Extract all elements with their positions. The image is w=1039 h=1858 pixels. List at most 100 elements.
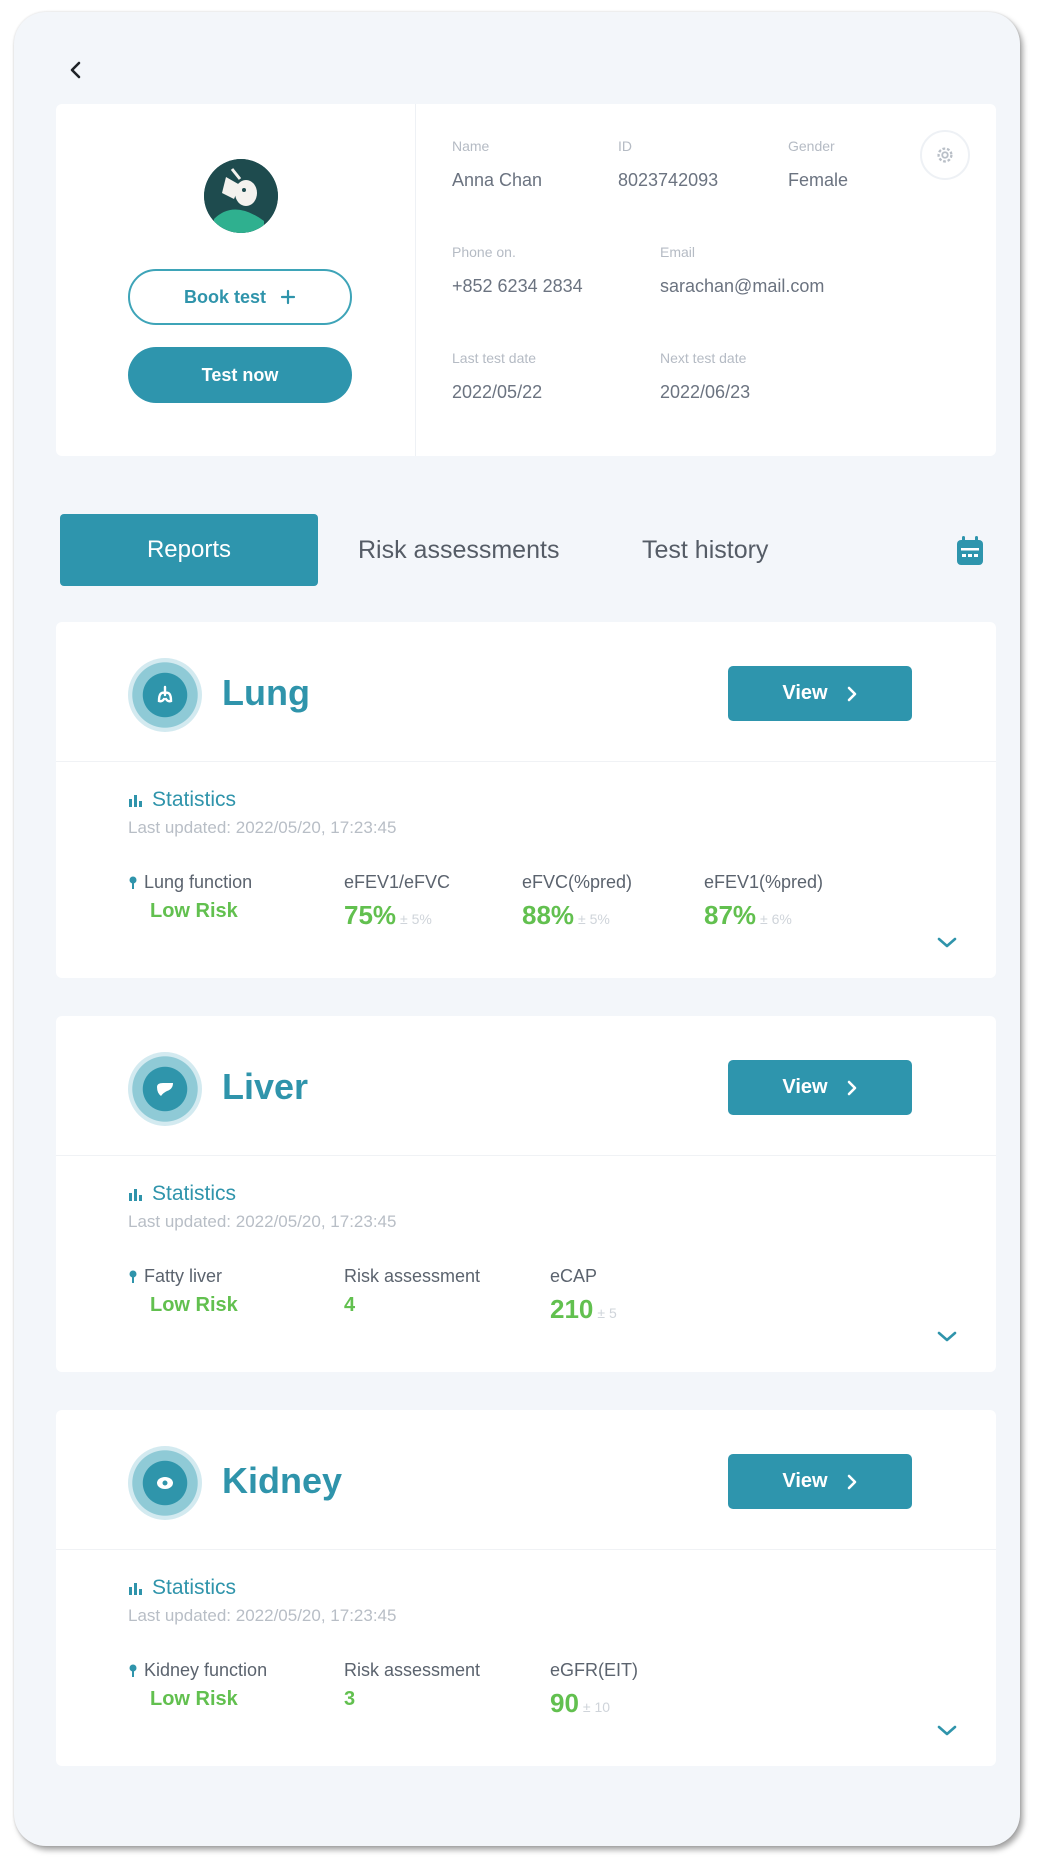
- chevron-down-icon: [937, 1725, 957, 1736]
- book-test-button[interactable]: Book test: [128, 269, 352, 325]
- phone-value: +852 6234 2834: [452, 276, 583, 296]
- ecap-value: 210 ± 5: [550, 1294, 617, 1325]
- test-now-label: Test now: [201, 364, 279, 385]
- chevron-right-icon: [847, 1474, 856, 1489]
- liver-view-label: View: [782, 1076, 828, 1098]
- tab-risk-assessments[interactable]: Risk assessments: [358, 514, 559, 586]
- egfr-label: eGFR(EIT): [550, 1660, 638, 1680]
- kidney-function-label: Kidney function: [128, 1660, 267, 1681]
- next-test-value: 2022/06/23: [660, 382, 751, 402]
- lung-statistics-label: Statistics: [152, 788, 237, 811]
- lung-statistics-title: Statistics: [128, 788, 236, 812]
- ecap-tolerance: ± 5: [597, 1305, 617, 1321]
- liver-statistics-title: Statistics: [128, 1182, 236, 1206]
- liver-title: Liver: [222, 1066, 309, 1107]
- last-test-label: Last test date: [452, 350, 537, 366]
- liver-report-header: Liver View: [56, 1016, 996, 1156]
- bar-chart-icon: [129, 1189, 142, 1201]
- calendar-icon: [957, 536, 983, 565]
- efvc-pred-number: 88%: [522, 900, 575, 930]
- last-test-value: 2022/05/22: [452, 382, 543, 402]
- kidney-title: Kidney: [222, 1460, 343, 1501]
- gear-icon: [937, 147, 953, 163]
- plus-icon: [280, 289, 296, 305]
- liver-statistics: Statistics Last updated: 2022/05/20, 17:…: [56, 1156, 996, 1372]
- liver-statistics-label: Statistics: [152, 1182, 237, 1205]
- pin-icon: [129, 1270, 137, 1283]
- lung-statistics: Statistics Last updated: 2022/05/20, 17:…: [56, 762, 996, 978]
- book-test-label: Book test: [183, 286, 266, 307]
- kidney-risk-assessment-label: Risk assessment: [344, 1660, 481, 1680]
- lung-function-value: Low Risk: [150, 900, 238, 922]
- liver-expand-button[interactable]: [932, 1326, 962, 1348]
- efvc-pred-tolerance: ± 5%: [578, 911, 610, 927]
- kidney-last-updated: Last updated: 2022/05/20, 17:23:45: [128, 1606, 397, 1625]
- test-now-button[interactable]: Test now: [128, 347, 352, 403]
- lung-title: Lung: [222, 672, 310, 713]
- lung-function-label-text: Lung function: [144, 872, 253, 892]
- fatty-liver-label-text: Fatty liver: [144, 1266, 223, 1286]
- efev1-efvc-number: 75%: [344, 900, 397, 930]
- avatar: [204, 159, 278, 233]
- next-test-label: Next test date: [660, 350, 747, 366]
- chevron-down-icon: [937, 937, 957, 948]
- fatty-liver-value: Low Risk: [150, 1294, 238, 1316]
- tab-risk-assessments-label: Risk assessments: [358, 535, 560, 564]
- gender-label: Gender: [788, 138, 835, 154]
- calendar-button[interactable]: [952, 532, 988, 570]
- gender-value: Female: [788, 170, 849, 190]
- efev1-efvc-value: 75% ± 5%: [344, 900, 432, 931]
- lung-report-header: Lung View: [56, 622, 996, 762]
- lung-last-updated: Last updated: 2022/05/20, 17:23:45: [128, 818, 397, 837]
- liver-last-updated: Last updated: 2022/05/20, 17:23:45: [128, 1212, 397, 1231]
- phone-label: Phone on.: [452, 244, 516, 260]
- id-label: ID: [618, 138, 632, 154]
- egfr-tolerance: ± 10: [582, 1699, 611, 1715]
- efvc-pred-value: 88% ± 5%: [522, 900, 610, 931]
- name-value: Anna Chan: [452, 170, 543, 190]
- efev1-pred-label: eFEV1(%pred): [704, 872, 824, 892]
- patient-profile-card: Book test Test now Name Anna Chan ID 802…: [56, 104, 996, 456]
- id-value: 8023742093: [618, 170, 719, 190]
- efev1-pred-tolerance: ± 6%: [760, 911, 792, 927]
- kidney-report-card: Kidney View Statistics Last updated: 202…: [56, 1410, 996, 1766]
- liver-risk-assessment-label: Risk assessment: [344, 1266, 481, 1286]
- profile-actions: Book test Test now: [56, 104, 416, 456]
- ecap-label: eCAP: [550, 1266, 598, 1286]
- tab-reports[interactable]: Reports: [60, 514, 318, 586]
- kidney-statistics: Statistics Last updated: 2022/05/20, 17:…: [56, 1550, 996, 1766]
- liver-risk-assessment-value: 4: [344, 1294, 356, 1316]
- kidney-view-button[interactable]: View: [728, 1454, 912, 1509]
- efev1-efvc-tolerance: ± 5%: [400, 911, 432, 927]
- liver-report-card: Liver View Statistics Last updated: 2022…: [56, 1016, 996, 1372]
- back-button[interactable]: [56, 50, 96, 90]
- back-arrow-icon: [70, 61, 81, 79]
- lung-expand-button[interactable]: [932, 932, 962, 954]
- lung-view-label: View: [782, 682, 828, 704]
- chevron-right-icon: [847, 1080, 856, 1095]
- pin-icon: [129, 876, 137, 889]
- bar-chart-icon: [129, 1583, 142, 1595]
- efev1-pred-number: 87%: [704, 900, 757, 930]
- kidney-expand-button[interactable]: [932, 1720, 962, 1742]
- lung-view-button[interactable]: View: [728, 666, 912, 721]
- kidney-risk-assessment-value: 3: [344, 1688, 356, 1710]
- liver-icon: [128, 1052, 202, 1126]
- settings-button[interactable]: [920, 130, 970, 180]
- liver-view-button[interactable]: View: [728, 1060, 912, 1115]
- lung-function-label: Lung function: [128, 872, 252, 893]
- egfr-value: 90 ± 10: [550, 1688, 610, 1719]
- chevron-right-icon: [847, 686, 856, 701]
- kidney-report-header: Kidney View: [56, 1410, 996, 1550]
- kidney-statistics-label: Statistics: [152, 1576, 237, 1599]
- lung-icon: [128, 658, 202, 732]
- tab-test-history[interactable]: Test history: [642, 514, 768, 586]
- email-label: Email: [660, 244, 696, 260]
- tab-test-history-label: Test history: [642, 535, 769, 564]
- efev1-efvc-label: eFEV1/eFVC: [344, 872, 451, 892]
- kidney-statistics-title: Statistics: [128, 1576, 236, 1600]
- efvc-pred-label: eFVC(%pred): [522, 872, 633, 892]
- app-frame: Book test Test now Name Anna Chan ID 802…: [14, 12, 1020, 1846]
- bar-chart-icon: [129, 795, 142, 807]
- kidney-function-value: Low Risk: [150, 1688, 238, 1710]
